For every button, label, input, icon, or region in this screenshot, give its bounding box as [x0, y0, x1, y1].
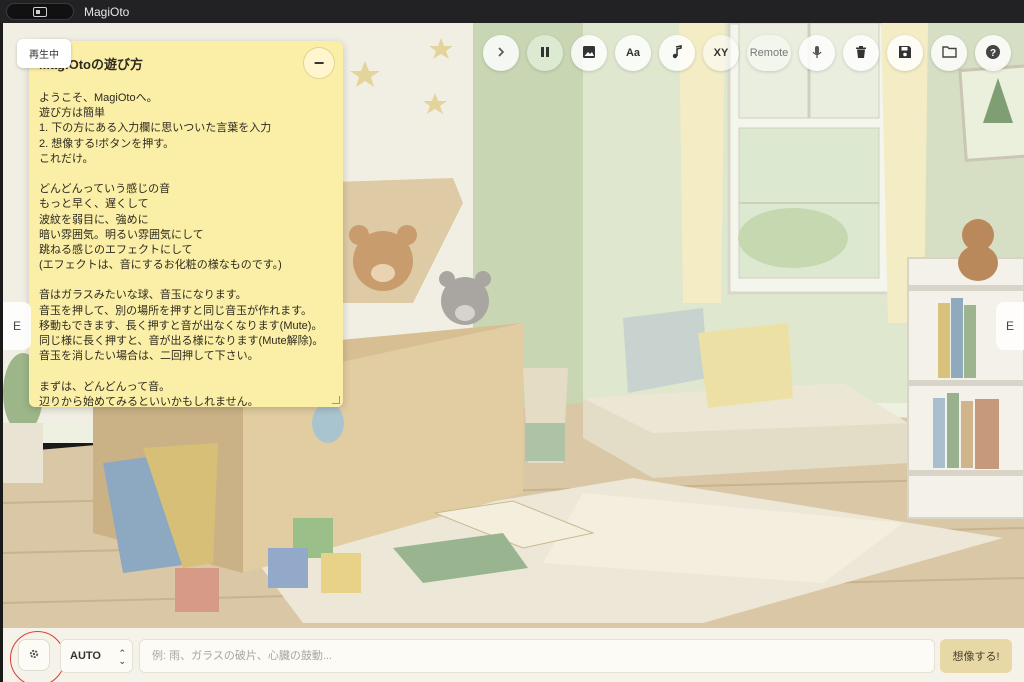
- svg-text:?: ?: [990, 48, 996, 59]
- help-panel-line: 音玉を消したい場合は、二回押して下さい。: [39, 350, 259, 363]
- help-panel-line: これだけ。: [39, 152, 94, 165]
- help-panel-line: 辺りから始めてみるといいかもしれません。: [39, 395, 259, 408]
- folder-button[interactable]: [931, 35, 967, 71]
- help-panel-line: 遊び方は簡単: [39, 107, 105, 120]
- gear-icon: [28, 648, 40, 663]
- imagine-button[interactable]: 想像する!: [940, 639, 1012, 673]
- remote-button[interactable]: Remote: [747, 35, 791, 71]
- mode-select-value: AUTO: [70, 650, 101, 662]
- image-button[interactable]: [571, 35, 607, 71]
- next-button[interactable]: [483, 35, 519, 71]
- help-panel-line: 音玉を押して、別の場所を押すと同じ音玉が作れます。: [39, 304, 313, 317]
- prompt-input[interactable]: [139, 639, 935, 673]
- help-panel-line: 同じ様に長く押すと、音が出る様になります(Mute解除)。: [39, 335, 324, 347]
- mode-select[interactable]: AUTO ⌃ ⌄: [60, 639, 133, 673]
- xy-button[interactable]: XY: [703, 35, 739, 71]
- chevron-updown-icon: ⌃ ⌄: [118, 648, 126, 666]
- folder-icon: [941, 45, 957, 61]
- sidebar-icon: [33, 6, 47, 17]
- chevron-right-icon: [495, 46, 507, 61]
- save-icon: [898, 45, 912, 62]
- help-panel-line: 跳ねる感じのエフェクトにして: [39, 243, 193, 256]
- music-button[interactable]: [659, 35, 695, 71]
- music-note-icon: [670, 44, 684, 62]
- pause-icon: [539, 46, 551, 61]
- microphone-icon: [810, 45, 824, 62]
- help-panel-header: MagiOtoの遊び方 −: [29, 41, 343, 85]
- help-panel-line: ようこそ、MagiOtoへ。: [39, 92, 158, 104]
- help-panel-line: まずは、どんどんって音。: [39, 380, 171, 393]
- help-panel: MagiOtoの遊び方 − ようこそ、MagiOtoへ。 遊び方は簡単 1. 下の方…: [29, 41, 343, 410]
- help-panel-line: もっと早く、遅くして: [39, 198, 149, 211]
- sidebar-toggle-button[interactable]: [6, 3, 74, 20]
- window-titlebar: MagiOto: [0, 0, 1024, 23]
- top-toolbar: Aa XY Remote ?: [483, 35, 1011, 71]
- help-panel-line: どんどんっていう感じの音: [39, 183, 171, 196]
- trash-button[interactable]: [843, 35, 879, 71]
- status-badge: 再生中: [17, 39, 71, 68]
- help-icon: ?: [985, 44, 1001, 63]
- trash-icon: [854, 45, 868, 62]
- minimize-button[interactable]: −: [303, 47, 335, 79]
- pause-button[interactable]: [527, 35, 563, 71]
- help-panel-line: 移動もできます、長く押すと音が出なくなります(Mute)。: [39, 319, 323, 332]
- help-button[interactable]: ?: [975, 35, 1011, 71]
- help-panel-line: [39, 364, 335, 379]
- help-panel-line: 暗い雰囲気。明るい雰囲気にして: [39, 228, 204, 241]
- save-button[interactable]: [887, 35, 923, 71]
- help-panel-line: 1. 下の方にある入力欄に思いついた言葉を入力: [39, 122, 272, 135]
- resize-handle[interactable]: [332, 396, 340, 404]
- help-panel-body: ようこそ、MagiOtoへ。 遊び方は簡単 1. 下の方にある入力欄に思いついた言葉…: [29, 85, 343, 410]
- bottom-bar: AUTO ⌃⌄ 想像する!: [3, 628, 1024, 682]
- help-panel-line: 波紋を弱目に、強めに: [39, 213, 149, 226]
- text-button[interactable]: Aa: [615, 35, 651, 71]
- image-icon: [582, 45, 596, 62]
- help-panel-line: 2. 想像する!ボタンを押す。: [39, 137, 175, 150]
- left-edge-tab[interactable]: E: [3, 302, 31, 350]
- window-title: MagiOto: [84, 4, 130, 19]
- mic-button[interactable]: [799, 35, 835, 71]
- settings-button[interactable]: [18, 639, 50, 671]
- right-edge-tab[interactable]: E: [996, 302, 1024, 350]
- help-panel-line: (エフェクトは、音にするお化粧の様なものです。): [39, 259, 282, 272]
- help-panel-line: [39, 167, 335, 182]
- help-panel-line: [39, 273, 335, 288]
- help-panel-line: 音はガラスみたいな球、音玉になります。: [39, 289, 247, 302]
